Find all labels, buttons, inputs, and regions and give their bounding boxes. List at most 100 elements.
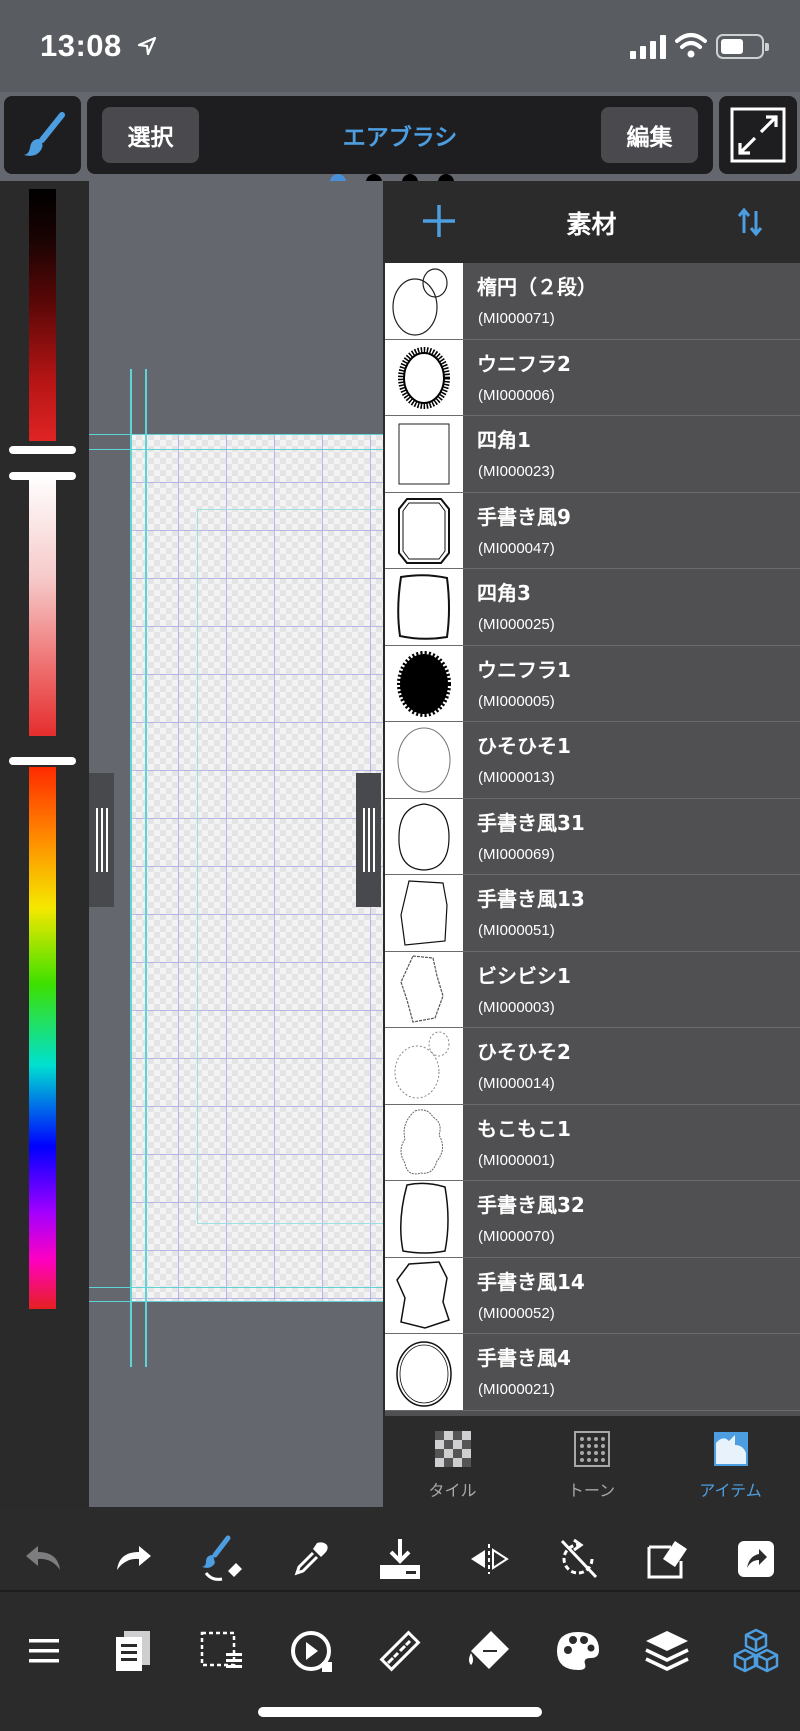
dark-shade-bar[interactable] (29, 189, 56, 441)
pages-button[interactable] (89, 1625, 178, 1677)
share-button[interactable] (711, 1533, 800, 1585)
flip-horizontal-button[interactable] (444, 1533, 533, 1585)
material-thumbnail (385, 951, 463, 1027)
rotation-lock-button[interactable] (533, 1533, 622, 1585)
item-image-icon (713, 1432, 748, 1466)
material-list-item[interactable]: 四角1 (MI000023) (385, 416, 800, 493)
material-name: ひそひそ1 (477, 734, 571, 758)
checker-tile-icon (434, 1431, 471, 1467)
material-list-item[interactable]: 手書き風13 (MI000051) (385, 875, 800, 952)
materials-button[interactable] (711, 1625, 800, 1677)
material-thumbnail (385, 1257, 463, 1333)
brush-tool-button[interactable] (4, 96, 81, 174)
wifi-icon (675, 32, 707, 62)
ruler-button[interactable] (356, 1625, 445, 1677)
material-list-item[interactable]: ひそひそ2 (MI000014) (385, 1028, 800, 1105)
light-tint-bar[interactable] (29, 476, 56, 736)
material-name: 手書き風31 (477, 810, 585, 835)
fullscreen-button[interactable] (719, 96, 797, 174)
cubes-icon (733, 1628, 778, 1673)
material-code: (MI000006) (478, 386, 555, 404)
fill-bucket-icon (468, 1631, 509, 1669)
brush-transform-icon (202, 1535, 243, 1581)
material-list-item[interactable]: 四角3 (MI000025) (385, 569, 800, 646)
bottom-toolbar (0, 1507, 800, 1731)
material-name: 楕円（２段） (477, 275, 597, 299)
trim-guide-line (130, 369, 132, 1367)
material-thumbnail (385, 722, 463, 798)
sort-button[interactable] (737, 207, 763, 241)
material-code: (MI000023) (478, 463, 555, 480)
material-list-item[interactable]: ウニフラ2 (MI000006) (385, 339, 800, 416)
material-name: ウニフラ2 (477, 351, 571, 376)
material-list-item[interactable]: 楕円（２段） (MI000071) (385, 263, 800, 340)
material-code: (MI000069) (478, 845, 555, 863)
trim-guide-line (89, 1301, 383, 1302)
trim-guide-line (89, 449, 383, 450)
material-thumbnail (385, 339, 463, 415)
shade-slider-handle[interactable] (9, 446, 76, 454)
tab-item-label: アイテム (699, 1481, 762, 1500)
transform-button[interactable] (267, 1625, 356, 1677)
tab-tile[interactable]: タイル (383, 1417, 522, 1507)
tab-item[interactable]: アイテム (661, 1417, 800, 1507)
material-list-item[interactable]: 手書き風31 (MI000069) (385, 798, 800, 875)
material-name: 手書き風14 (477, 1269, 585, 1294)
material-name: ウニフラ1 (477, 657, 571, 682)
materials-list[interactable]: 楕円（２段） (MI000071) ウニフラ2 (MI000006) 四角1 (MI000… (385, 263, 800, 1416)
undo-icon (26, 1546, 61, 1570)
ruler-icon (379, 1630, 421, 1672)
eyedropper-button[interactable] (267, 1533, 356, 1585)
material-thumbnail (385, 263, 463, 339)
home-indicator[interactable] (258, 1707, 542, 1717)
transform-rotate-icon (291, 1631, 333, 1672)
right-drawer-handle[interactable] (356, 773, 381, 907)
undo-button[interactable] (0, 1533, 89, 1585)
edit-button[interactable]: 編集 (601, 107, 698, 163)
material-code: (MI000052) (478, 1304, 555, 1322)
material-list-item[interactable]: 手書き風32 (MI000070) (385, 1181, 800, 1258)
download-icon (380, 1539, 420, 1579)
tool-title-bar: 選択 エアブラシ 編集 (87, 96, 713, 174)
material-thumbnail (385, 875, 463, 951)
redo-button[interactable] (89, 1533, 178, 1585)
save-download-button[interactable] (356, 1533, 445, 1585)
status-bar: 13:08 (0, 0, 800, 92)
layers-icon (644, 1631, 689, 1671)
material-list-item[interactable]: ウニフラ1 (MI000005) (385, 645, 800, 722)
material-code: (MI000021) (478, 1381, 555, 1398)
left-drawer-handle[interactable] (89, 773, 114, 907)
trim-guide-line (89, 1287, 383, 1288)
selection-button[interactable] (178, 1625, 267, 1677)
clear-layer-button[interactable] (622, 1533, 711, 1585)
sort-arrows-icon (737, 207, 763, 237)
material-thumbnail (385, 492, 463, 568)
drawing-canvas[interactable] (89, 181, 383, 1507)
material-list-item[interactable]: 手書き風14 (MI000052) (385, 1257, 800, 1334)
tab-tone[interactable]: トーン (522, 1417, 661, 1507)
material-list-item[interactable]: 手書き風9 (MI000047) (385, 492, 800, 569)
material-code: (MI000003) (478, 998, 555, 1016)
material-code: (MI000070) (478, 1228, 555, 1245)
material-name: ビシビシ1 (477, 963, 571, 988)
layers-button[interactable] (622, 1625, 711, 1677)
canvas-page[interactable] (130, 434, 383, 1302)
inner-frame-line (197, 509, 383, 510)
action-toolbar (0, 1533, 800, 1585)
material-list-item[interactable]: もこもこ1 (MI000001) (385, 1104, 800, 1181)
eyedropper-icon (294, 1542, 328, 1576)
brush-transform-button[interactable] (178, 1533, 267, 1585)
material-list-item[interactable]: ひそひそ1 (MI000013) (385, 722, 800, 799)
hue-slider-handle[interactable] (9, 757, 76, 765)
hue-bar[interactable] (29, 767, 56, 1309)
material-thumbnail (385, 645, 463, 721)
color-button[interactable] (533, 1625, 622, 1677)
fill-button[interactable] (444, 1625, 533, 1677)
material-list-item[interactable]: ビシビシ1 (MI000003) (385, 951, 800, 1028)
menu-button[interactable] (0, 1625, 89, 1677)
pages-icon (116, 1631, 151, 1671)
location-arrow-icon (137, 36, 157, 60)
material-list-item[interactable]: 手書き風4 (MI000021) (385, 1334, 800, 1411)
palette-icon (556, 1632, 599, 1670)
material-thumbnail (385, 1028, 463, 1104)
